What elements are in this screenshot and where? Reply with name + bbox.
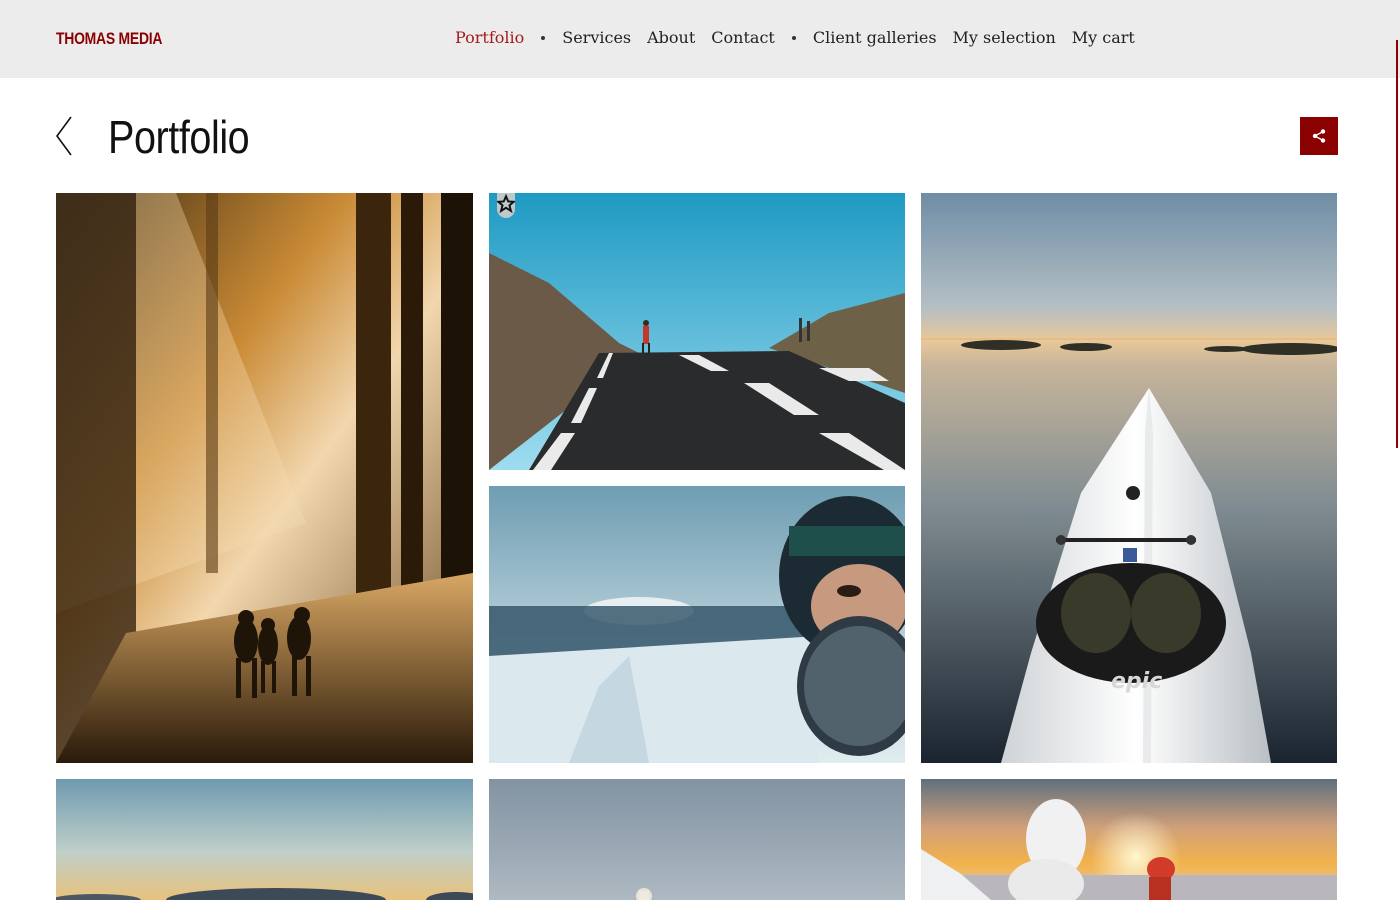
share-icon — [1312, 129, 1326, 143]
gallery-photo[interactable] — [489, 779, 905, 900]
kayak-logo-text: epic — [1111, 669, 1162, 694]
nav-item-contact[interactable]: Contact — [711, 28, 775, 47]
forest-photo-image — [56, 193, 473, 763]
gallery-photo[interactable] — [56, 193, 473, 763]
main-nav: Portfolio Services About Contact Client … — [455, 28, 1135, 47]
nav-item-my-selection[interactable]: My selection — [953, 28, 1056, 47]
nav-item-client-galleries[interactable]: Client galleries — [813, 28, 937, 47]
share-button[interactable] — [1300, 117, 1338, 155]
nav-item-services[interactable]: Services — [562, 28, 631, 47]
star-icon — [497, 193, 515, 214]
hill-sunset-photo-image — [56, 779, 473, 900]
nav-item-portfolio[interactable]: Portfolio — [455, 28, 524, 47]
gallery-photo[interactable] — [56, 779, 473, 900]
road-photo-image — [489, 193, 905, 470]
nav-separator — [791, 35, 796, 40]
gallery-photo[interactable]: epic — [921, 193, 1337, 763]
chevron-left-icon — [56, 116, 72, 156]
gallery-photo[interactable] — [921, 779, 1337, 900]
page-title: Portfolio — [108, 111, 250, 163]
winter-face-photo-image — [489, 486, 905, 763]
back-button[interactable] — [54, 115, 76, 157]
nav-item-about[interactable]: About — [647, 28, 695, 47]
snowy-hill-photo-image — [489, 779, 905, 900]
kayak-photo-image: epic — [921, 193, 1337, 763]
favorite-badge[interactable] — [497, 193, 515, 218]
brand-logo[interactable]: THOMAS MEDIA — [56, 29, 162, 49]
site-header: THOMAS MEDIA Portfolio Services About Co… — [0, 0, 1400, 78]
gallery-photo[interactable] — [489, 486, 905, 763]
snow-sunset-photo-image — [921, 779, 1337, 900]
page-scrollbar[interactable] — [1396, 40, 1398, 448]
nav-item-my-cart[interactable]: My cart — [1072, 28, 1135, 47]
nav-separator — [541, 35, 546, 40]
gallery-photo[interactable] — [489, 193, 905, 470]
